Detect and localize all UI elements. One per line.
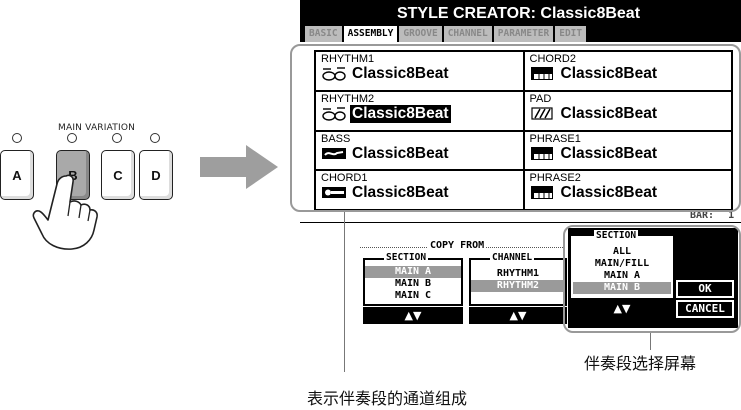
tab-groove[interactable]: GROOVE — [399, 26, 442, 42]
separator — [300, 222, 741, 223]
tab-assembly[interactable]: ASSEMBLY — [343, 26, 398, 42]
list-item[interactable]: MAIN C — [365, 290, 461, 302]
up-down-arrow-icon: ▲▼ — [404, 309, 422, 322]
led-indicator-b — [67, 133, 77, 143]
led-indicator-d — [150, 133, 160, 143]
tab-channel[interactable]: CHANNEL — [443, 26, 492, 42]
copy-section-title: SECTION — [384, 252, 429, 263]
copy-channel-arrows[interactable]: ▲▼ — [469, 307, 567, 324]
led-indicator-c — [112, 133, 122, 143]
list-item[interactable]: RHYTHM1 — [471, 268, 565, 280]
led-indicator-a — [12, 133, 22, 143]
list-item-selected[interactable]: RHYTHM2 — [471, 280, 565, 292]
variation-button-d[interactable]: D — [139, 150, 173, 200]
copy-channel-list[interactable]: RHYTHM1 RHYTHM2 — [469, 258, 567, 306]
main-variation-label: MAIN VARIATION — [58, 123, 136, 133]
section-screen-callout — [563, 225, 741, 333]
tab-parameter[interactable]: PARAMETER — [493, 26, 554, 42]
variation-button-c[interactable]: C — [101, 150, 135, 200]
up-down-arrow-icon: ▲▼ — [509, 309, 527, 322]
tab-bar: BASIC ASSEMBLY GROOVE CHANNEL PARAMETER … — [305, 26, 741, 42]
list-item[interactable]: MAIN B — [365, 278, 461, 290]
channel-composition-callout — [290, 44, 741, 212]
copy-channel-title: CHANNEL — [490, 252, 535, 263]
leader-line — [650, 333, 651, 350]
copy-from-label: COPY FROM — [428, 240, 487, 251]
channel-composition-caption: 表示伴奏段的通道组成 — [307, 389, 468, 408]
leader-line — [344, 212, 345, 372]
pressing-hand-icon — [32, 174, 98, 250]
tab-basic[interactable]: BASIC — [305, 26, 342, 42]
tab-edit[interactable]: EDIT — [555, 26, 587, 42]
screen-title: STYLE CREATOR: Classic8Beat — [396, 5, 641, 22]
copy-section-arrows[interactable]: ▲▼ — [363, 307, 463, 324]
copy-section-list[interactable]: MAIN A MAIN B MAIN C — [363, 258, 463, 306]
list-item-selected[interactable]: MAIN A — [365, 266, 461, 278]
section-screen-caption: 伴奏段选择屏幕 — [584, 354, 697, 373]
arrow-right-icon — [200, 145, 278, 189]
